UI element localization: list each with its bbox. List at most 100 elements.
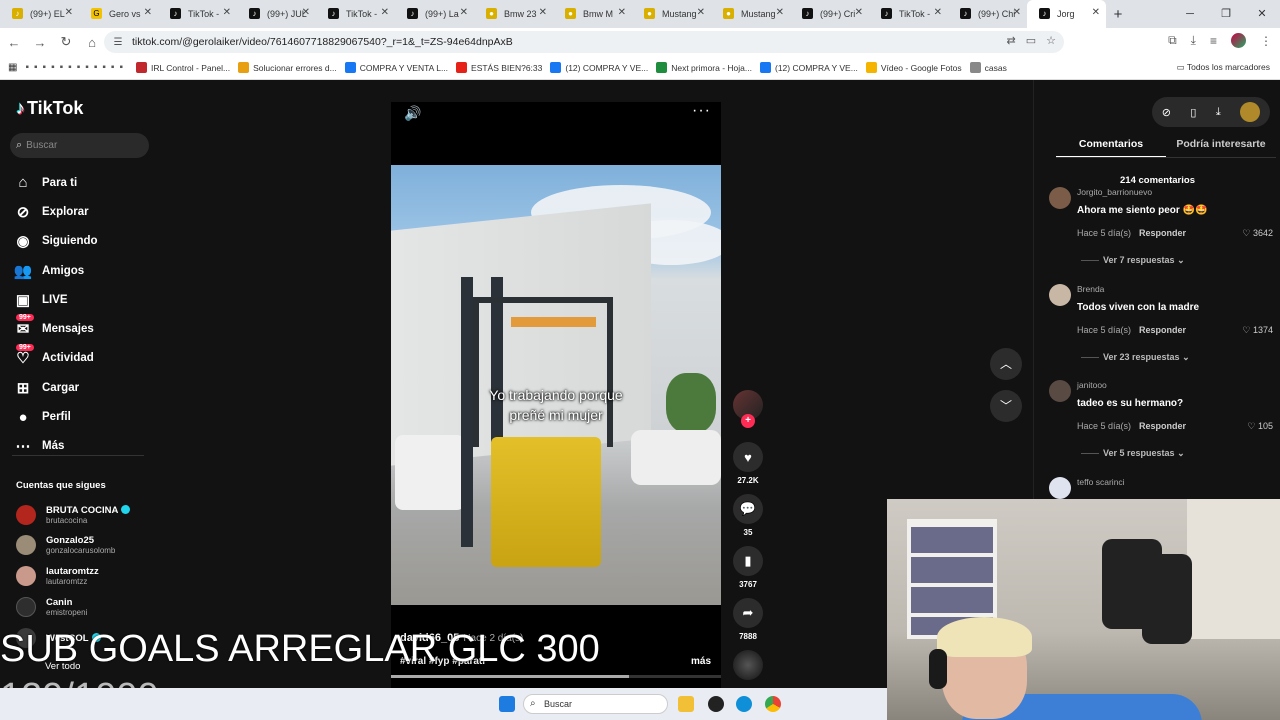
chrome-icon[interactable] [765, 696, 781, 712]
download-icon[interactable]: ⤓ [1191, 33, 1196, 48]
view-replies-button[interactable]: Ver 7 respuestas ⌄ [1081, 255, 1185, 266]
bookmark[interactable]: Vídeo - Google Fotos [865, 62, 962, 73]
back-icon[interactable]: ← [2, 35, 26, 50]
bookmark[interactable]: COMPRA Y VENTA L... [344, 62, 448, 73]
device-icon[interactable]: ▯ [1190, 106, 1196, 119]
volume-icon[interactable]: 🔊 [404, 105, 421, 122]
sidebar-item-actividad[interactable]: ♡ 99+ Actividad [12, 343, 98, 373]
save-button[interactable]: ▮ 3767 [733, 546, 763, 589]
close-tab-icon[interactable]: ✕ [381, 7, 389, 18]
file-explorer-icon[interactable] [678, 696, 694, 712]
bookmark[interactable]: (12) COMPRA Y VE... [550, 62, 648, 73]
sidebar-item-mensajes[interactable]: ✉ 99+ Mensajes [12, 314, 98, 343]
previous-video-button[interactable]: ︿ [990, 348, 1022, 380]
next-video-button[interactable]: ﹀ [990, 390, 1022, 422]
user-avatar[interactable] [1240, 102, 1261, 122]
following-account[interactable]: BRUTA COCINA brutacocina [16, 501, 131, 529]
sidebar-item-amigos[interactable]: 👥 Amigos [12, 256, 98, 285]
minimize-icon[interactable]: ─ [1172, 0, 1208, 28]
reply-button[interactable]: Responder [1139, 228, 1186, 238]
quick-bookmark-icons[interactable]: ▪▪▪▪▪▪▪▪▪▪▪▪ [25, 62, 128, 73]
close-tab-icon[interactable]: ✕ [223, 7, 231, 18]
new-tab-button[interactable]: + [1106, 6, 1130, 23]
sidebar-item-mas[interactable]: ⋯ Más [12, 432, 98, 461]
edge-icon[interactable] [736, 696, 752, 712]
sidebar-item-cargar[interactable]: ⊞ Cargar [12, 373, 98, 402]
browser-tab[interactable]: ♪ (99+) Chi ✕ [948, 0, 1027, 28]
browser-tab[interactable]: ♪ (99+) Cri ✕ [790, 0, 869, 28]
browser-tab[interactable]: ● Bmw M ✕ [553, 0, 632, 28]
browser-tab[interactable]: ♪ (99+) EL ✕ [0, 0, 79, 28]
restore-icon[interactable]: ❐ [1208, 0, 1244, 28]
cast-icon[interactable]: ▭ [1026, 34, 1036, 47]
comment-username[interactable]: teffo scarinci [1077, 477, 1125, 487]
following-account[interactable]: lautaromtzz lautaromtzz [16, 562, 99, 590]
avatar[interactable] [1049, 187, 1071, 209]
sidebar-item-explorar[interactable]: ⊘ Explorar [12, 197, 98, 226]
video-progress-bar[interactable] [391, 675, 721, 678]
bookmark[interactable]: Solucionar errores d... [238, 62, 337, 73]
close-tab-icon[interactable]: ✕ [697, 7, 705, 18]
following-account[interactable]: Gonzalo25 gonzalocarusolomb [16, 531, 115, 559]
share-button[interactable]: ➦ 7888 [733, 598, 763, 641]
comment-username[interactable]: Jorgito_barrionuevo [1077, 187, 1152, 197]
tab-comentarios[interactable]: Comentarios [1056, 136, 1166, 158]
taskbar-search[interactable]: ⌕ Buscar [523, 694, 668, 714]
close-tab-icon[interactable]: ✕ [934, 7, 942, 18]
translate-icon[interactable]: ⇄ [1007, 34, 1016, 47]
comment-username[interactable]: Brenda [1077, 284, 1104, 294]
close-tab-icon[interactable]: ✕ [618, 7, 626, 18]
forward-icon[interactable]: → [28, 35, 52, 50]
tiktok-logo[interactable]: ♪ TikTok [16, 98, 83, 119]
browser-tab[interactable]: ♪ TikTok - ✕ [158, 0, 237, 28]
bookmark[interactable]: (12) COMPRA Y VE... [759, 62, 858, 73]
more-description-button[interactable]: más [691, 656, 711, 667]
avatar[interactable] [1049, 284, 1071, 306]
comment-like-button[interactable]: ♡ 3642 [1242, 228, 1273, 239]
comment-like-button[interactable]: ♡ 1374 [1242, 325, 1273, 336]
address-bar[interactable]: ☰ tiktok.com/@gerolaiker/video/761460771… [104, 31, 1064, 53]
tab-podria-interesarte[interactable]: Podría interesarte [1166, 136, 1276, 158]
browser-tab[interactable]: ● Mustang ✕ [632, 0, 711, 28]
view-replies-button[interactable]: Ver 5 respuestas ⌄ [1081, 448, 1185, 459]
reload-icon[interactable]: ↻ [54, 34, 78, 50]
following-account[interactable]: Canin emistropeni [16, 593, 87, 621]
sidebar-item-perfil[interactable]: ● Perfil [12, 402, 98, 431]
browser-tab-active[interactable]: ♪ Jorg ✕ [1027, 0, 1106, 28]
close-tab-icon[interactable]: ✕ [144, 7, 152, 18]
like-button[interactable]: ♥ 27.2K [733, 442, 763, 485]
close-tab-icon[interactable]: ✕ [302, 7, 310, 18]
comment-like-button[interactable]: ♡ 105 [1247, 421, 1273, 432]
avatar[interactable] [1049, 380, 1071, 402]
close-tab-icon[interactable]: ✕ [1013, 7, 1021, 18]
search-input[interactable]: ⌕ Buscar [10, 133, 149, 158]
bookmark-star-icon[interactable]: ☆ [1046, 34, 1056, 47]
browser-tab[interactable]: ● Bmw 23 ✕ [474, 0, 553, 28]
sidebar-item-live[interactable]: ▣ LIVE [12, 285, 98, 314]
obs-icon[interactable] [708, 696, 724, 712]
site-info-icon[interactable]: ☰ [110, 37, 126, 48]
home-button-icon[interactable]: ⌂ [80, 35, 104, 50]
sidebar-item-para-ti[interactable]: ⌂ Para ti [12, 168, 98, 197]
close-tab-icon[interactable]: ✕ [539, 7, 547, 18]
browser-tab[interactable]: G Gero vs ✕ [79, 0, 158, 28]
browser-tab[interactable]: ♪ TikTok - ✕ [869, 0, 948, 28]
reply-button[interactable]: Responder [1139, 421, 1186, 431]
browser-tab[interactable]: ♪ (99+) La ✕ [395, 0, 474, 28]
profile-avatar-icon[interactable] [1231, 33, 1246, 48]
close-tab-icon[interactable]: ✕ [855, 7, 863, 18]
coins-icon[interactable]: ⊘ [1162, 106, 1171, 119]
sidebar-item-siguiendo[interactable]: ◉ Siguiendo [12, 227, 97, 256]
comment-username[interactable]: janitooo [1077, 380, 1107, 390]
bookmark[interactable]: IRL Control - Panel... [136, 62, 230, 73]
close-tab-icon[interactable]: ✕ [1092, 7, 1100, 18]
reply-button[interactable]: Responder [1139, 325, 1186, 335]
comment-button[interactable]: 💬 35 [733, 494, 763, 537]
all-bookmarks[interactable]: ▭ Todos los marcadores [1177, 62, 1270, 73]
download-app-icon[interactable]: ⤓ [1216, 106, 1221, 119]
music-disc-icon[interactable] [733, 650, 763, 680]
browser-tab[interactable]: ♪ TikTok - ✕ [316, 0, 395, 28]
browser-tab[interactable]: ♪ (99+) JUL ✕ [237, 0, 316, 28]
extensions-icon[interactable]: ⧉ [1168, 33, 1177, 48]
follow-plus-icon[interactable]: + [741, 414, 755, 428]
